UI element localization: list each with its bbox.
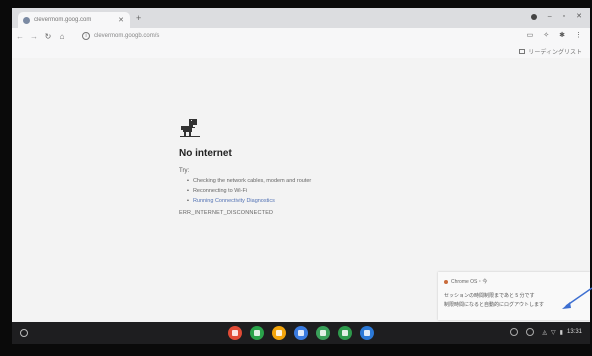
- url-text: clevermom.googb.com/s: [94, 33, 160, 39]
- page-content: No internet Try: Checking the network ca…: [12, 58, 590, 322]
- bookmarks-bar: リーディングリスト: [12, 44, 590, 58]
- screen: clevermom.goog.com ✕ + – ▫ ✕ ← → ↻ ⌂ i c…: [12, 8, 590, 344]
- tab-close-icon[interactable]: ✕: [117, 16, 125, 24]
- suggestion-item: Reconnecting to Wi-Fi: [187, 186, 311, 196]
- tab-strip: clevermom.goog.com ✕ + – ▫ ✕: [12, 8, 590, 28]
- minimize-icon[interactable]: –: [548, 13, 552, 21]
- menu-icon[interactable]: ⋮: [575, 31, 582, 41]
- toolbar-actions: ▭ ✧ ✱ ⋮: [527, 31, 582, 41]
- docs-app-icon[interactable]: [294, 326, 308, 340]
- system-tray: ◬ ▽ ▮ 13:31: [510, 328, 582, 336]
- shelf: ◬ ▽ ▮ 13:31: [12, 322, 590, 344]
- wifi-icon: ▽: [551, 329, 556, 336]
- notification-app-icon: [444, 279, 448, 284]
- account-icon[interactable]: [530, 14, 537, 20]
- notification-icon[interactable]: [526, 328, 535, 336]
- tab-active[interactable]: clevermom.goog.com ✕: [18, 12, 130, 28]
- shelf-apps: [228, 326, 374, 340]
- error-code: ERR_INTERNET_DISCONNECTED: [179, 210, 274, 216]
- chrome-app-icon[interactable]: [228, 326, 242, 340]
- status-area[interactable]: ◬ ▽ ▮ 13:31: [542, 329, 582, 336]
- extension-icon[interactable]: ✧: [543, 31, 549, 41]
- favicon-icon: [23, 16, 30, 24]
- address-bar[interactable]: i clevermom.googb.com/s: [82, 30, 482, 42]
- launcher-icon[interactable]: [20, 329, 28, 337]
- new-tab-button[interactable]: +: [136, 13, 141, 23]
- error-title: No internet: [179, 148, 232, 159]
- notification-source: Chrome OS・今: [451, 279, 488, 285]
- reading-list-label: リーディングリスト: [528, 50, 582, 56]
- reload-icon[interactable]: ↻: [42, 32, 54, 41]
- classroom-app-icon[interactable]: [338, 326, 352, 340]
- puzzle-icon[interactable]: ✱: [559, 31, 565, 41]
- network-icon: ◬: [542, 329, 548, 336]
- reading-list-button[interactable]: リーディングリスト: [519, 47, 582, 56]
- battery-icon: ▮: [559, 329, 563, 336]
- maximize-icon[interactable]: ▫: [563, 13, 565, 21]
- clock: 13:31: [566, 329, 582, 335]
- browser-toolbar: ← → ↻ ⌂ i clevermom.googb.com/s ▭ ✧ ✱ ⋮: [12, 28, 590, 44]
- close-window-icon[interactable]: ✕: [576, 13, 582, 21]
- slides-app-icon[interactable]: [272, 326, 286, 340]
- sheets-app-icon[interactable]: [250, 326, 264, 340]
- try-label: Try:: [179, 168, 190, 174]
- suggestion-list: Checking the network cables, modem and r…: [187, 176, 311, 206]
- suggestion-item: Checking the network cables, modem and r…: [187, 176, 311, 186]
- notification-message: セッションの時間制限まであと 5 分です: [444, 293, 535, 299]
- reading-list-icon: [519, 49, 526, 54]
- window-controls: – ▫ ✕: [530, 13, 582, 21]
- notification-header: Chrome OS・今: [444, 278, 487, 285]
- meet-app-icon[interactable]: [360, 326, 374, 340]
- back-icon[interactable]: ←: [14, 32, 26, 41]
- forward-icon[interactable]: →: [28, 32, 40, 41]
- notification-popup[interactable]: Chrome OS・今 セッションの時間制限まであと 5 分です 制限時間になる…: [438, 272, 590, 320]
- info-icon[interactable]: i: [82, 32, 90, 40]
- tab-title: clevermom.goog.com: [34, 17, 92, 23]
- drive-app-icon[interactable]: [316, 326, 330, 340]
- screen-capture-icon[interactable]: [510, 328, 519, 336]
- dinosaur-icon: [180, 119, 200, 137]
- diagnostics-link[interactable]: Running Connectivity Diagnostics: [187, 196, 311, 206]
- notification-message: 制限時間になると自動的にログアウトします: [444, 302, 545, 308]
- home-icon[interactable]: ⌂: [56, 32, 68, 41]
- cast-icon[interactable]: ▭: [527, 31, 534, 41]
